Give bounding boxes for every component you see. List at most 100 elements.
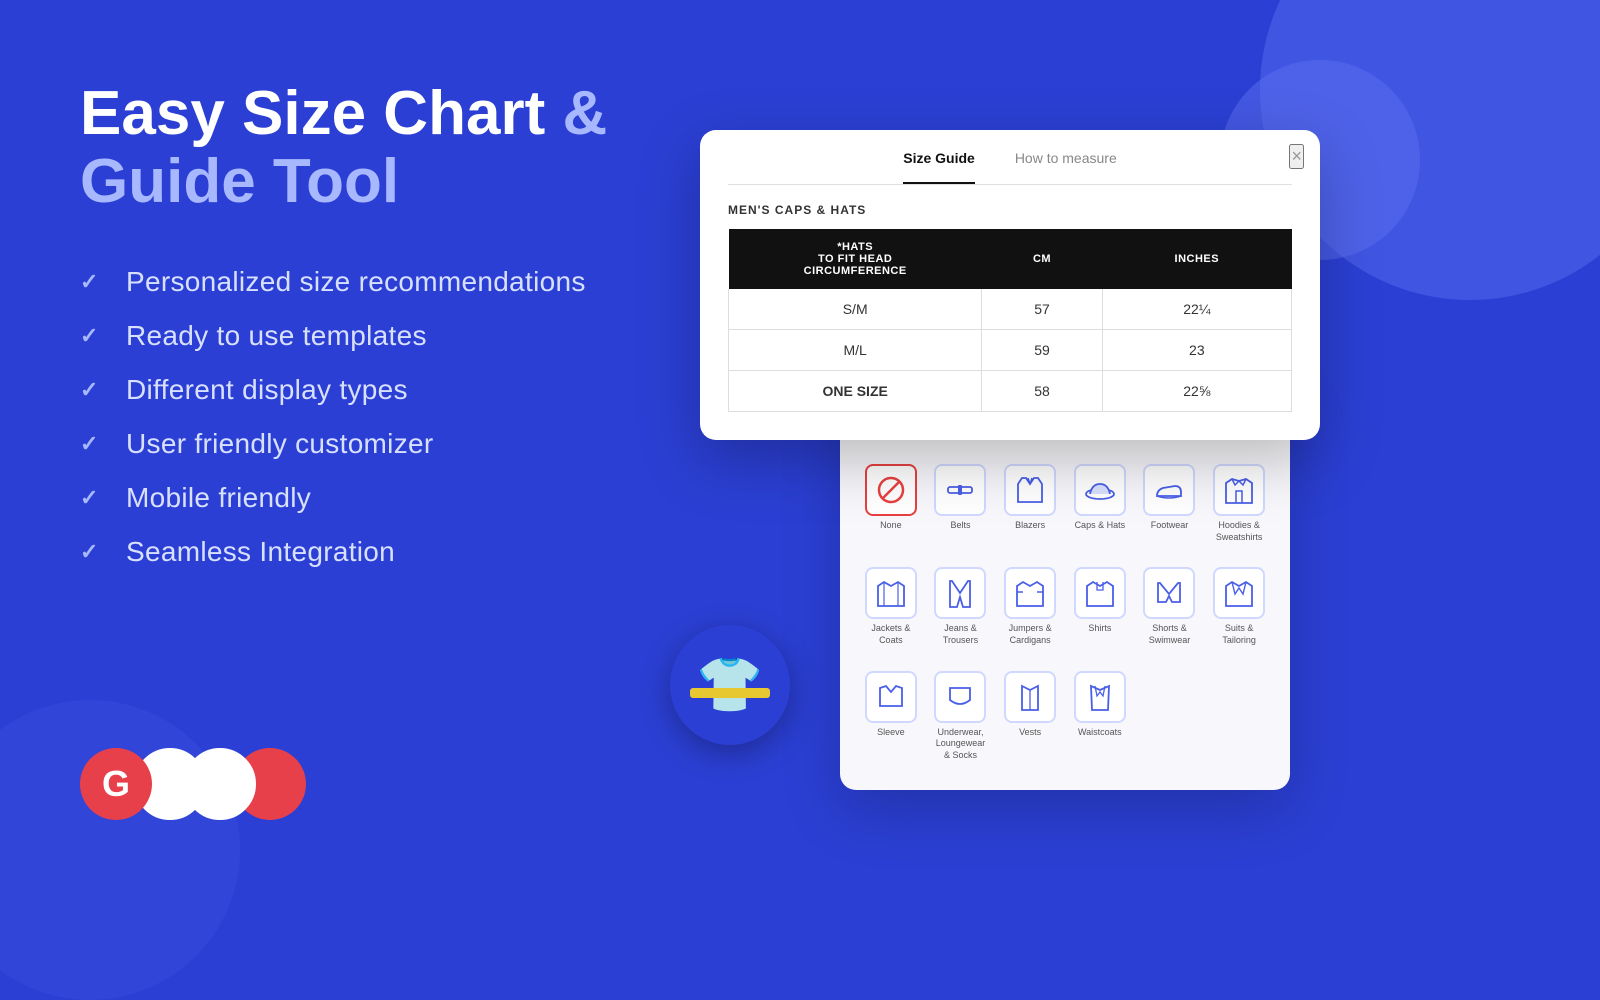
category-caps[interactable]: Caps & Hats — [1069, 456, 1131, 551]
feature-item-3: ✓ Different display types — [80, 374, 660, 406]
category-icon-underwear — [934, 671, 986, 723]
category-label-none: None — [880, 520, 902, 532]
size-ml: M/L — [729, 330, 982, 371]
category-label-belts: Belts — [950, 520, 970, 532]
category-hoodies[interactable]: Hoodies & Sweatshirts — [1208, 456, 1270, 551]
category-label-blazers: Blazers — [1015, 520, 1045, 532]
title-main-text: Easy Size Chart — [80, 79, 545, 148]
category-label-waistcoats: Waistcoats — [1078, 727, 1122, 739]
category-icon-suits — [1213, 567, 1265, 619]
tshirt-icon: 👕 — [696, 658, 763, 712]
col-header-inches: INCHES — [1102, 229, 1291, 289]
category-icon-none — [865, 464, 917, 516]
category-label-jeans: Jeans & Trousers — [934, 623, 988, 646]
check-icon-5: ✓ — [80, 485, 108, 511]
category-waistcoats[interactable]: Waistcoats — [1069, 663, 1131, 770]
size-sm: S/M — [729, 289, 982, 330]
category-picker-card: MEN WOMEN None Belts Blazers — [840, 380, 1290, 790]
category-footwear[interactable]: Footwear — [1139, 456, 1201, 551]
category-jeans[interactable]: Jeans & Trousers — [930, 559, 992, 654]
check-icon-4: ✓ — [80, 431, 108, 457]
check-icon-1: ✓ — [80, 269, 108, 295]
check-icon-6: ✓ — [80, 539, 108, 565]
cm-one: 58 — [982, 371, 1102, 412]
logo-g-letter: G — [102, 763, 130, 805]
feature-list: ✓ Personalized size recommendations ✓ Re… — [80, 266, 660, 568]
category-none[interactable]: None — [860, 456, 922, 551]
category-label-underwear: Underwear, Loungewear & Socks — [934, 727, 988, 762]
ruler-decoration — [690, 688, 770, 698]
category-shirts[interactable]: Shirts — [1069, 559, 1131, 654]
category-icon-hoodies — [1213, 464, 1265, 516]
title-line2-text: Guide Tool — [80, 147, 399, 216]
category-label-footwear: Footwear — [1151, 520, 1189, 532]
cm-sm: 57 — [982, 289, 1102, 330]
category-icon-jeans — [934, 567, 986, 619]
feature-item-5: ✓ Mobile friendly — [80, 482, 660, 514]
check-icon-2: ✓ — [80, 323, 108, 349]
size-one: ONE SIZE — [729, 371, 982, 412]
category-label-sleeve: Sleeve — [877, 727, 905, 739]
table-row: M/L 59 23 — [729, 330, 1292, 371]
category-jackets[interactable]: Jackets & Coats — [860, 559, 922, 654]
category-icon-blazers — [1004, 464, 1056, 516]
category-icon-waistcoats — [1074, 671, 1126, 723]
feature-item-4: ✓ User friendly customizer — [80, 428, 660, 460]
left-panel: Easy Size Chart & Guide Tool ✓ Personali… — [80, 80, 660, 568]
category-label-caps: Caps & Hats — [1075, 520, 1126, 532]
bg-decoration-circle-bottom — [0, 700, 240, 1000]
category-shorts[interactable]: Shorts & Swimwear — [1139, 559, 1201, 654]
inches-one: 22⅝ — [1102, 371, 1291, 412]
feature-text-1: Personalized size recommendations — [126, 266, 586, 298]
title-ampersand: & — [562, 79, 607, 148]
tab-size-guide[interactable]: Size Guide — [903, 150, 975, 174]
category-suits[interactable]: Suits & Tailoring — [1208, 559, 1270, 654]
category-icon-belts — [934, 464, 986, 516]
logo: G — [80, 748, 306, 820]
category-underwear[interactable]: Underwear, Loungewear & Socks — [930, 663, 992, 770]
category-label-vests: Vests — [1019, 727, 1041, 739]
category-jumpers[interactable]: Jumpers & Cardigans — [999, 559, 1061, 654]
feature-text-2: Ready to use templates — [126, 320, 427, 352]
table-row: S/M 57 22¼ — [729, 289, 1292, 330]
feature-text-3: Different display types — [126, 374, 408, 406]
size-table: *HATSTO FIT HEADCIRCUMFERENCE CM INCHES … — [728, 229, 1292, 412]
inches-ml: 23 — [1102, 330, 1291, 371]
feature-item-2: ✓ Ready to use templates — [80, 320, 660, 352]
category-label-shirts: Shirts — [1088, 623, 1111, 635]
feature-text-6: Seamless Integration — [126, 536, 395, 568]
inches-sm: 22¼ — [1102, 289, 1291, 330]
category-blazers[interactable]: Blazers — [999, 456, 1061, 551]
close-button[interactable]: × — [1289, 144, 1304, 169]
table-row: ONE SIZE 58 22⅝ — [729, 371, 1292, 412]
category-label-hoodies: Hoodies & Sweatshirts — [1212, 520, 1266, 543]
category-icon-jumpers — [1004, 567, 1056, 619]
main-title: Easy Size Chart & Guide Tool — [80, 80, 660, 216]
category-icon-caps — [1074, 464, 1126, 516]
category-label-suits: Suits & Tailoring — [1212, 623, 1266, 646]
category-label-jumpers: Jumpers & Cardigans — [1003, 623, 1057, 646]
category-grid-row1: None Belts Blazers Caps & Hats — [860, 456, 1270, 770]
category-vests[interactable]: Vests — [999, 663, 1061, 770]
category-belts[interactable]: Belts — [930, 456, 992, 551]
category-label-jackets: Jackets & Coats — [864, 623, 918, 646]
category-icon-sleeve — [865, 671, 917, 723]
feature-text-4: User friendly customizer — [126, 428, 434, 460]
category-icon-shorts — [1143, 567, 1195, 619]
category-icon-footwear — [1143, 464, 1195, 516]
section-title: MEN'S CAPS & HATS — [728, 203, 1292, 217]
tab-how-to-measure[interactable]: How to measure — [1015, 150, 1117, 174]
col-header-cm: CM — [982, 229, 1102, 289]
col-header-hat: *HATSTO FIT HEADCIRCUMFERENCE — [729, 229, 982, 289]
cm-ml: 59 — [982, 330, 1102, 371]
feature-text-5: Mobile friendly — [126, 482, 311, 514]
category-sleeve[interactable]: Sleeve — [860, 663, 922, 770]
check-icon-3: ✓ — [80, 377, 108, 403]
size-guide-card: × Size Guide How to measure MEN'S CAPS &… — [700, 130, 1320, 440]
right-panel: × Size Guide How to measure MEN'S CAPS &… — [640, 0, 1600, 900]
tabs-row: Size Guide How to measure — [728, 150, 1292, 185]
feature-item-1: ✓ Personalized size recommendations — [80, 266, 660, 298]
tshirt-badge: 👕 — [670, 625, 790, 745]
category-icon-vests — [1004, 671, 1056, 723]
feature-item-6: ✓ Seamless Integration — [80, 536, 660, 568]
